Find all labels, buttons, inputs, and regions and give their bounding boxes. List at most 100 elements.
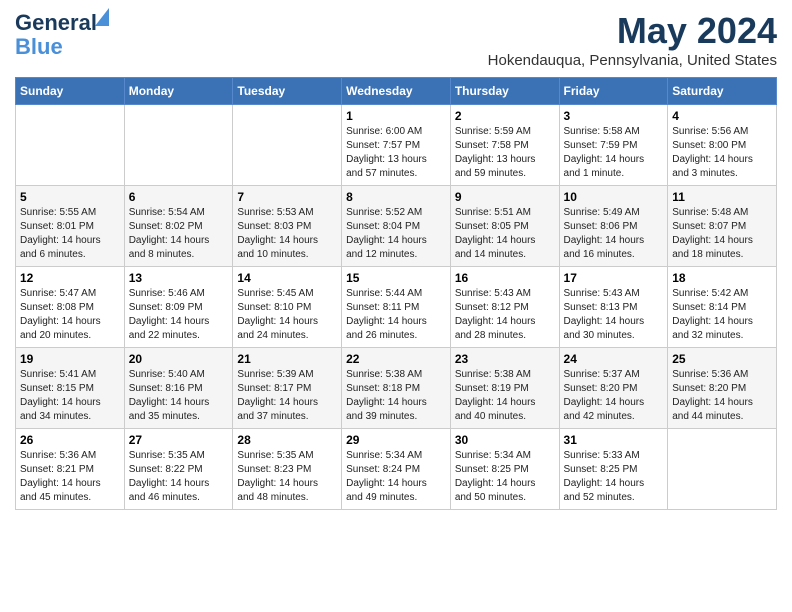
calendar-day-cell: 15Sunrise: 5:44 AM Sunset: 8:11 PM Dayli… [342, 267, 451, 348]
day-number: 16 [455, 271, 555, 285]
day-number: 28 [237, 433, 337, 447]
day-info: Sunrise: 5:53 AM Sunset: 8:03 PM Dayligh… [237, 206, 337, 262]
day-number: 7 [237, 190, 337, 204]
day-number: 5 [20, 190, 120, 204]
calendar-day-cell: 12 Sunrise: 5:47 AM Sunset: 8:08 PM Dayli… [16, 267, 125, 348]
calendar-week-row: 26Sunrise: 5:36 AM Sunset: 8:21 PM Dayli… [16, 429, 777, 510]
day-info: Sunrise: 6:00 AM Sunset: 7:57 PM Dayligh… [346, 125, 446, 181]
day-info: Sunrise: 5:37 AM Sunset: 8:20 PM Dayligh… [564, 368, 664, 424]
day-number: 24 [564, 352, 664, 366]
calendar-day-cell [16, 105, 125, 186]
header-day: Tuesday [233, 78, 342, 105]
day-info: Sunrise: 5:59 AM Sunset: 7:58 PM Dayligh… [455, 125, 555, 181]
day-number: 12 [20, 271, 120, 285]
header-day: Thursday [450, 78, 559, 105]
calendar-day-cell: 6 Sunrise: 5:54 AM Sunset: 8:02 PM Daylig… [124, 186, 233, 267]
logo-blue: Blue [15, 34, 63, 60]
day-info: Sunrise: 5:36 AM Sunset: 8:21 PM Dayligh… [20, 449, 120, 505]
header-day: Wednesday [342, 78, 451, 105]
day-info: Sunrise: 5:48 AM Sunset: 8:07 PM Dayligh… [672, 206, 772, 262]
calendar-day-cell: 30Sunrise: 5:34 AM Sunset: 8:25 PM Dayli… [450, 429, 559, 510]
header-day: Sunday [16, 78, 125, 105]
calendar-day-cell: 19Sunrise: 5:41 AM Sunset: 8:15 PM Dayli… [16, 348, 125, 429]
day-number: 25 [672, 352, 772, 366]
day-info: Sunrise: 5:52 AM Sunset: 8:04 PM Dayligh… [346, 206, 446, 262]
calendar-day-cell: 17 Sunrise: 5:43 AM Sunset: 8:13 PM Dayli… [559, 267, 668, 348]
calendar-week-row: 5 Sunrise: 5:55 AM Sunset: 8:01 PM Daylig… [16, 186, 777, 267]
day-number: 3 [564, 109, 664, 123]
logo-general: General [15, 10, 97, 35]
title-block: May 2024 Hokendauqua, Pennsylvania, Unit… [488, 10, 777, 69]
calendar-header: SundayMondayTuesdayWednesdayThursdayFrid… [16, 78, 777, 105]
day-info: Sunrise: 5:39 AM Sunset: 8:17 PM Dayligh… [237, 368, 337, 424]
calendar-day-cell: 21 Sunrise: 5:39 AM Sunset: 8:17 PM Dayli… [233, 348, 342, 429]
day-number: 17 [564, 271, 664, 285]
calendar-week-row: 1Sunrise: 6:00 AM Sunset: 7:57 PM Daylig… [16, 105, 777, 186]
calendar-day-cell [124, 105, 233, 186]
day-number: 14 [237, 271, 337, 285]
day-number: 29 [346, 433, 446, 447]
header-day: Friday [559, 78, 668, 105]
day-info: Sunrise: 5:34 AM Sunset: 8:24 PM Dayligh… [346, 449, 446, 505]
day-info: Sunrise: 5:43 AM Sunset: 8:13 PM Dayligh… [564, 287, 664, 343]
calendar-week-row: 12 Sunrise: 5:47 AM Sunset: 8:08 PM Dayli… [16, 267, 777, 348]
calendar-day-cell: 10 Sunrise: 5:49 AM Sunset: 8:06 PM Dayli… [559, 186, 668, 267]
day-number: 4 [672, 109, 772, 123]
calendar-day-cell: 3 Sunrise: 5:58 AM Sunset: 7:59 PM Daylig… [559, 105, 668, 186]
calendar-week-row: 19Sunrise: 5:41 AM Sunset: 8:15 PM Dayli… [16, 348, 777, 429]
calendar-day-cell: 22Sunrise: 5:38 AM Sunset: 8:18 PM Dayli… [342, 348, 451, 429]
page-container: General Blue May 2024 Hokendauqua, Penns… [0, 0, 792, 520]
calendar-day-cell: 27 Sunrise: 5:35 AM Sunset: 8:22 PM Dayli… [124, 429, 233, 510]
day-info: Sunrise: 5:44 AM Sunset: 8:11 PM Dayligh… [346, 287, 446, 343]
calendar-day-cell: 9 Sunrise: 5:51 AM Sunset: 8:05 PM Daylig… [450, 186, 559, 267]
day-info: Sunrise: 5:38 AM Sunset: 8:19 PM Dayligh… [455, 368, 555, 424]
day-number: 8 [346, 190, 446, 204]
day-info: Sunrise: 5:56 AM Sunset: 8:00 PM Dayligh… [672, 125, 772, 181]
logo: General Blue [15, 10, 97, 60]
calendar-day-cell: 23 Sunrise: 5:38 AM Sunset: 8:19 PM Dayli… [450, 348, 559, 429]
calendar-day-cell: 1Sunrise: 6:00 AM Sunset: 7:57 PM Daylig… [342, 105, 451, 186]
day-info: Sunrise: 5:58 AM Sunset: 7:59 PM Dayligh… [564, 125, 664, 181]
calendar-day-cell: 31Sunrise: 5:33 AM Sunset: 8:25 PM Dayli… [559, 429, 668, 510]
day-number: 23 [455, 352, 555, 366]
day-info: Sunrise: 5:43 AM Sunset: 8:12 PM Dayligh… [455, 287, 555, 343]
calendar-day-cell: 2 Sunrise: 5:59 AM Sunset: 7:58 PM Daylig… [450, 105, 559, 186]
calendar-day-cell: 14 Sunrise: 5:45 AM Sunset: 8:10 PM Dayli… [233, 267, 342, 348]
calendar-table: SundayMondayTuesdayWednesdayThursdayFrid… [15, 77, 777, 510]
day-info: Sunrise: 5:34 AM Sunset: 8:25 PM Dayligh… [455, 449, 555, 505]
day-info: Sunrise: 5:54 AM Sunset: 8:02 PM Dayligh… [129, 206, 229, 262]
day-number: 20 [129, 352, 229, 366]
day-info: Sunrise: 5:46 AM Sunset: 8:09 PM Dayligh… [129, 287, 229, 343]
day-info: Sunrise: 5:33 AM Sunset: 8:25 PM Dayligh… [564, 449, 664, 505]
day-info: Sunrise: 5:35 AM Sunset: 8:22 PM Dayligh… [129, 449, 229, 505]
calendar-day-cell [668, 429, 777, 510]
day-number: 9 [455, 190, 555, 204]
calendar-day-cell: 7 Sunrise: 5:53 AM Sunset: 8:03 PM Daylig… [233, 186, 342, 267]
day-info: Sunrise: 5:40 AM Sunset: 8:16 PM Dayligh… [129, 368, 229, 424]
calendar-day-cell [233, 105, 342, 186]
day-info: Sunrise: 5:51 AM Sunset: 8:05 PM Dayligh… [455, 206, 555, 262]
day-info: Sunrise: 5:47 AM Sunset: 8:08 PM Dayligh… [20, 287, 120, 343]
day-info: Sunrise: 5:45 AM Sunset: 8:10 PM Dayligh… [237, 287, 337, 343]
calendar-day-cell: 20 Sunrise: 5:40 AM Sunset: 8:16 PM Dayli… [124, 348, 233, 429]
day-info: Sunrise: 5:35 AM Sunset: 8:23 PM Dayligh… [237, 449, 337, 505]
calendar-day-cell: 13 Sunrise: 5:46 AM Sunset: 8:09 PM Dayli… [124, 267, 233, 348]
calendar-day-cell: 24 Sunrise: 5:37 AM Sunset: 8:20 PM Dayli… [559, 348, 668, 429]
calendar-day-cell: 4 Sunrise: 5:56 AM Sunset: 8:00 PM Daylig… [668, 105, 777, 186]
day-number: 21 [237, 352, 337, 366]
day-info: Sunrise: 5:41 AM Sunset: 8:15 PM Dayligh… [20, 368, 120, 424]
header-day: Monday [124, 78, 233, 105]
day-info: Sunrise: 5:49 AM Sunset: 8:06 PM Dayligh… [564, 206, 664, 262]
day-number: 6 [129, 190, 229, 204]
day-number: 10 [564, 190, 664, 204]
calendar-day-cell: 16 Sunrise: 5:43 AM Sunset: 8:12 PM Dayli… [450, 267, 559, 348]
day-number: 2 [455, 109, 555, 123]
calendar-day-cell: 25Sunrise: 5:36 AM Sunset: 8:20 PM Dayli… [668, 348, 777, 429]
day-number: 13 [129, 271, 229, 285]
calendar-day-cell: 29 Sunrise: 5:34 AM Sunset: 8:24 PM Dayli… [342, 429, 451, 510]
calendar-day-cell: 11Sunrise: 5:48 AM Sunset: 8:07 PM Dayli… [668, 186, 777, 267]
day-info: Sunrise: 5:55 AM Sunset: 8:01 PM Dayligh… [20, 206, 120, 262]
day-number: 27 [129, 433, 229, 447]
calendar-day-cell: 8 Sunrise: 5:52 AM Sunset: 8:04 PM Daylig… [342, 186, 451, 267]
logo-triangle-icon [95, 8, 109, 26]
